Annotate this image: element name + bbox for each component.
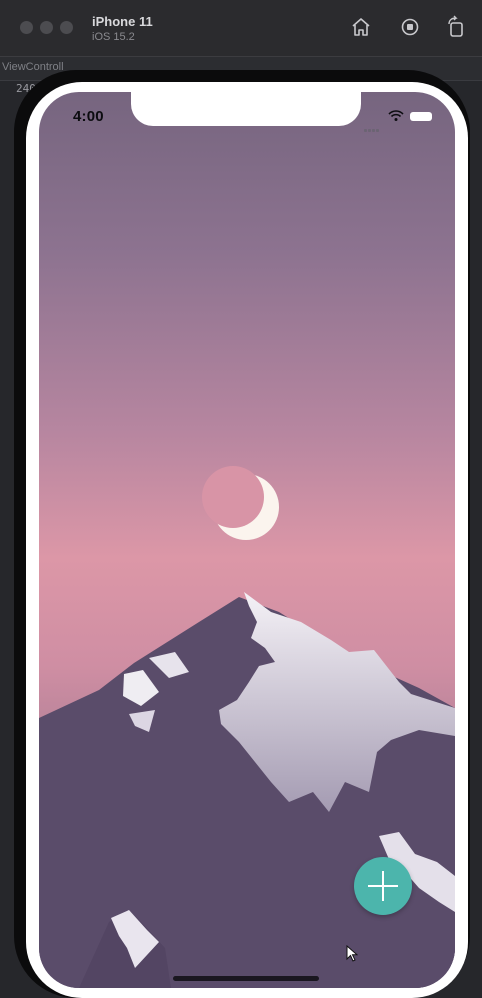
home-icon[interactable] bbox=[349, 15, 373, 39]
phone-screen bbox=[39, 92, 455, 988]
wallpaper-scene bbox=[39, 92, 455, 988]
add-button[interactable] bbox=[354, 857, 412, 915]
window-close-button[interactable] bbox=[20, 21, 33, 34]
home-indicator[interactable] bbox=[173, 976, 319, 981]
rotate-icon[interactable] bbox=[444, 15, 468, 39]
battery-icon bbox=[410, 112, 432, 121]
xcode-tab-label: ViewControll bbox=[2, 61, 64, 73]
status-bar-time: 4:00 bbox=[73, 108, 104, 125]
simulator-toolbar: iPhone 11 iOS 15.2 bbox=[0, 0, 482, 57]
cellular-signal-icon bbox=[364, 119, 384, 132]
screenshot-icon[interactable] bbox=[398, 15, 422, 39]
wifi-icon bbox=[388, 110, 404, 121]
window-zoom-button[interactable] bbox=[60, 21, 73, 34]
phone-notch bbox=[131, 92, 361, 126]
window-minimize-button[interactable] bbox=[40, 21, 53, 34]
mouse-cursor-icon bbox=[346, 945, 358, 962]
simulator-device-name: iPhone 11 bbox=[92, 14, 153, 29]
simulator-os-version: iOS 15.2 bbox=[92, 31, 135, 43]
